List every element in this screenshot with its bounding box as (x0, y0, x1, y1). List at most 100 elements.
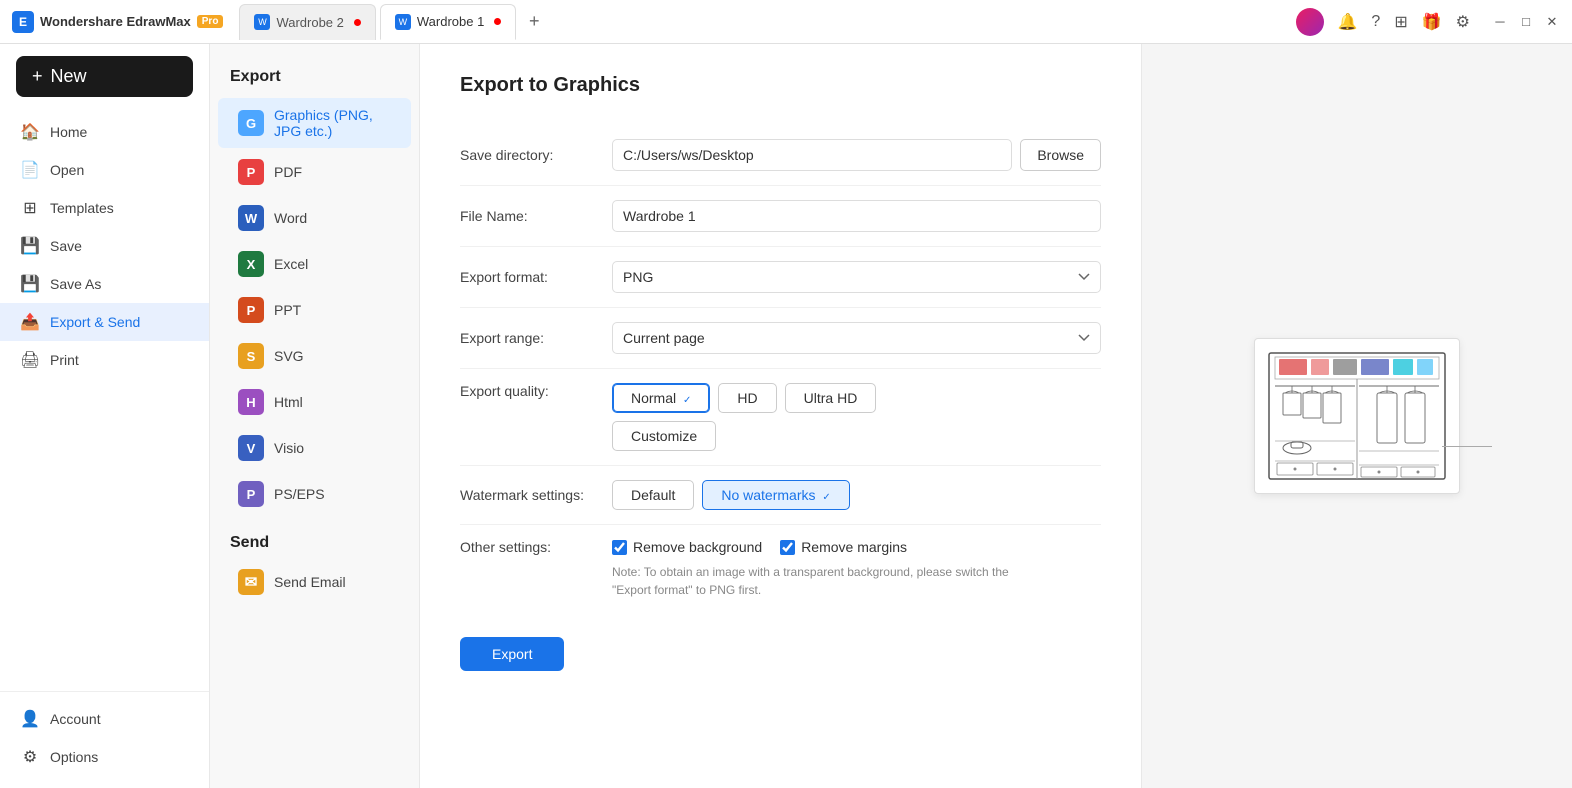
pdf-icon: P (238, 159, 264, 185)
export-item-ppt[interactable]: P PPT (218, 288, 411, 332)
export-item-html[interactable]: H Html (218, 380, 411, 424)
customize-button[interactable]: Customize (612, 421, 716, 451)
remove-background-label[interactable]: Remove background (612, 539, 762, 555)
gift-icon[interactable]: 🎁 (1422, 12, 1442, 32)
sidebar-item-account[interactable]: 👤 Account (0, 700, 209, 738)
pro-badge: Pro (197, 15, 224, 28)
export-range-row: Export range: Current page All pages Sel… (460, 308, 1101, 369)
remove-margins-checkbox[interactable] (780, 540, 795, 555)
watermark-none-button[interactable]: No watermarks ✓ (702, 480, 849, 510)
sidebar-item-open[interactable]: 📄 Open (0, 151, 209, 189)
export-item-svg[interactable]: S SVG (218, 334, 411, 378)
sidebar-item-templates[interactable]: ⊞ Templates (0, 189, 209, 227)
app-layout: + New 🏠 Home 📄 Open ⊞ Templates 💾 Save 💾… (0, 44, 1572, 788)
sidebar-item-options[interactable]: ⚙ Options (0, 738, 209, 776)
sidebar-home-label: Home (50, 124, 87, 140)
tab-wardrobe2-icon: W (254, 14, 270, 30)
main-content: Export to Graphics Save directory: Brows… (420, 44, 1572, 788)
graphics-label: Graphics (PNG, JPG etc.) (274, 107, 391, 139)
titlebar: E Wondershare EdrawMax Pro W Wardrobe 2 … (0, 0, 1572, 44)
app-name: Wondershare EdrawMax (40, 14, 191, 29)
remove-margins-text: Remove margins (801, 539, 907, 555)
send-email-item[interactable]: ✉ Send Email (218, 560, 411, 604)
html-label: Html (274, 394, 303, 410)
community-icon[interactable]: ⊞ (1394, 12, 1407, 32)
bell-icon[interactable]: 🔔 (1338, 12, 1358, 32)
settings-icon[interactable]: ⚙ (1456, 12, 1470, 32)
export-range-control: Current page All pages Selection (612, 322, 1101, 354)
save-directory-input[interactable] (612, 139, 1012, 171)
quality-ultrahd-button[interactable]: Ultra HD (785, 383, 877, 413)
preview-box (1254, 338, 1460, 494)
watermark-default-button[interactable]: Default (612, 480, 694, 510)
add-tab-button[interactable]: + (520, 8, 548, 36)
checkbox-row: Remove background Remove margins (612, 539, 1032, 555)
sidebar-bottom: 👤 Account ⚙ Options (0, 691, 209, 776)
export-item-word[interactable]: W Word (218, 196, 411, 240)
export-item-visio[interactable]: V Visio (218, 426, 411, 470)
save-directory-row: Save directory: Browse (460, 125, 1101, 186)
export-quality-row: Export quality: Normal ✓ HD Ultra HD Cus… (460, 369, 1101, 466)
minimize-button[interactable]: ─ (1492, 14, 1508, 30)
other-settings-label: Other settings: (460, 539, 600, 555)
export-button[interactable]: Export (460, 637, 564, 671)
html-icon: H (238, 389, 264, 415)
titlebar-right: 🔔 ? ⊞ 🎁 ⚙ ─ □ ✕ (1296, 8, 1561, 36)
file-name-control (612, 200, 1101, 232)
watermark-checkmark: ✓ (822, 492, 830, 503)
quality-normal-button[interactable]: Normal ✓ (612, 383, 710, 413)
excel-icon: X (238, 251, 264, 277)
file-name-label: File Name: (460, 208, 600, 224)
sidebar-save-label: Save (50, 238, 82, 254)
tab-wardrobe1-dot (494, 18, 501, 25)
send-email-label: Send Email (274, 574, 346, 590)
saveas-icon: 💾 (20, 274, 40, 294)
open-icon: 📄 (20, 160, 40, 180)
remove-background-checkbox[interactable] (612, 540, 627, 555)
sidebar: + New 🏠 Home 📄 Open ⊞ Templates 💾 Save 💾… (0, 44, 210, 788)
file-name-input[interactable] (612, 200, 1101, 232)
sidebar-item-home[interactable]: 🏠 Home (0, 113, 209, 151)
new-button[interactable]: + New (16, 56, 193, 97)
quality-hd-button[interactable]: HD (718, 383, 776, 413)
save-icon: 💾 (20, 236, 40, 256)
help-icon[interactable]: ? (1371, 13, 1380, 31)
tab-wardrobe2-label: Wardrobe 2 (276, 15, 343, 30)
page-indicator (1442, 446, 1492, 447)
excel-label: Excel (274, 256, 308, 272)
export-quality-control: Normal ✓ HD Ultra HD Customize (612, 383, 876, 451)
close-button[interactable]: ✕ (1544, 14, 1560, 30)
sidebar-item-export[interactable]: 📤 Export & Send (0, 303, 209, 341)
export-item-pseps[interactable]: P PS/EPS (218, 472, 411, 516)
sidebar-options-label: Options (50, 749, 98, 765)
maximize-button[interactable]: □ (1518, 14, 1534, 30)
svg-label: SVG (274, 348, 304, 364)
tab-wardrobe1[interactable]: W Wardrobe 1 (380, 4, 516, 40)
sidebar-print-label: Print (50, 352, 79, 368)
export-range-select[interactable]: Current page All pages Selection (612, 322, 1101, 354)
export-format-row: Export format: PNG JPG BMP SVG TIFF (460, 247, 1101, 308)
new-label: New (51, 66, 87, 87)
sidebar-item-saveas[interactable]: 💾 Save As (0, 265, 209, 303)
tab-wardrobe2[interactable]: W Wardrobe 2 (239, 4, 375, 40)
export-item-pdf[interactable]: P PDF (218, 150, 411, 194)
export-item-excel[interactable]: X Excel (218, 242, 411, 286)
export-format-select[interactable]: PNG JPG BMP SVG TIFF (612, 261, 1101, 293)
graphics-icon: G (238, 110, 264, 136)
export-item-graphics[interactable]: G Graphics (PNG, JPG etc.) (218, 98, 411, 148)
new-icon: + (32, 66, 43, 87)
sidebar-item-print[interactable]: 🖨 Print (0, 341, 209, 379)
watermark-label: Watermark settings: (460, 487, 600, 503)
sidebar-item-save[interactable]: 💾 Save (0, 227, 209, 265)
browse-button[interactable]: Browse (1020, 139, 1101, 171)
home-icon: 🏠 (20, 122, 40, 142)
app-logo: E Wondershare EdrawMax Pro (12, 11, 223, 33)
avatar[interactable] (1296, 8, 1324, 36)
remove-margins-label[interactable]: Remove margins (780, 539, 907, 555)
send-section-title: Send (210, 518, 419, 560)
export-icon: 📤 (20, 312, 40, 332)
watermark-row: Watermark settings: Default No watermark… (460, 466, 1101, 525)
file-name-row: File Name: (460, 186, 1101, 247)
options-icon: ⚙ (20, 747, 40, 767)
pdf-label: PDF (274, 164, 302, 180)
